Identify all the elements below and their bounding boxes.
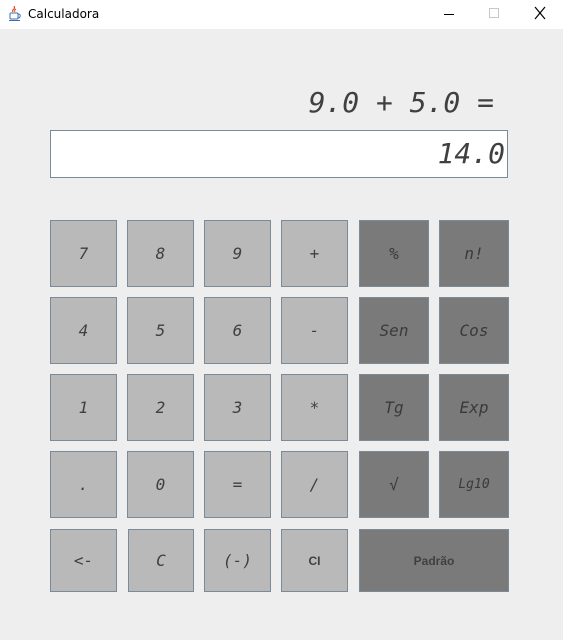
close-button[interactable] (517, 0, 563, 29)
minimize-icon (444, 14, 454, 15)
maximize-button[interactable] (472, 0, 518, 29)
key-sen[interactable]: Sen (359, 297, 429, 364)
result-value: 14.0 (437, 137, 505, 170)
key-lg10[interactable]: Lg10 (439, 451, 509, 518)
key-plus[interactable]: + (281, 220, 348, 287)
key-backspace[interactable]: <- (50, 529, 117, 592)
key-9[interactable]: 9 (204, 220, 271, 287)
maximize-icon (489, 8, 499, 18)
minimize-button[interactable] (426, 0, 472, 29)
java-cup-icon (7, 5, 23, 22)
result-display[interactable]: 14.0 (50, 130, 508, 178)
key-clear-input[interactable]: CI (281, 529, 348, 592)
key-divide[interactable]: / (281, 451, 348, 518)
expression-label: 9.0 + 5.0 = (308, 86, 494, 119)
key-multiply[interactable]: * (281, 374, 348, 441)
key-exp[interactable]: Exp (439, 374, 509, 441)
key-sqrt[interactable]: √ (359, 451, 429, 518)
key-6[interactable]: 6 (204, 297, 271, 364)
key-factorial[interactable]: n! (439, 220, 509, 287)
window-title: Calculadora (28, 7, 100, 21)
key-1[interactable]: 1 (50, 374, 117, 441)
key-negate[interactable]: (-) (204, 529, 271, 592)
key-3[interactable]: 3 (204, 374, 271, 441)
key-0[interactable]: 0 (127, 451, 194, 518)
key-dot[interactable]: . (50, 451, 117, 518)
close-icon (534, 6, 546, 20)
key-default[interactable]: Padrão (359, 529, 509, 592)
key-8[interactable]: 8 (127, 220, 194, 287)
key-5[interactable]: 5 (127, 297, 194, 364)
key-cos[interactable]: Cos (439, 297, 509, 364)
key-2[interactable]: 2 (127, 374, 194, 441)
title-bar: Calculadora (0, 0, 563, 29)
key-4[interactable]: 4 (50, 297, 117, 364)
key-tg[interactable]: Tg (359, 374, 429, 441)
key-7[interactable]: 7 (50, 220, 117, 287)
key-clear[interactable]: C (128, 529, 194, 592)
key-equals[interactable]: = (204, 451, 271, 518)
key-minus[interactable]: - (281, 297, 348, 364)
key-percent[interactable]: % (359, 220, 429, 287)
